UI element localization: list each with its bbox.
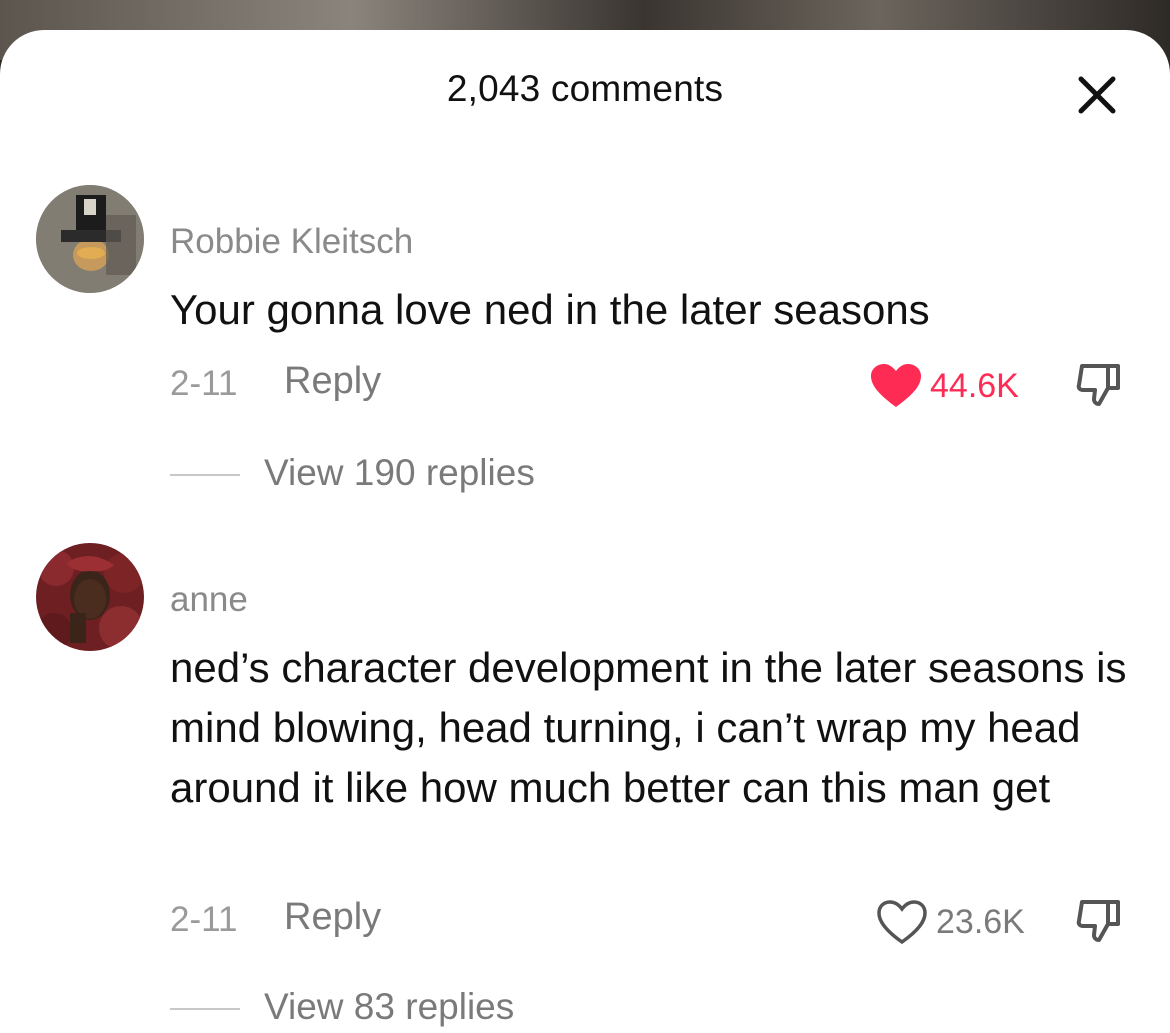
replies-divider — [170, 1008, 240, 1010]
like-button[interactable]: 23.6K — [874, 892, 1025, 952]
comment-username[interactable]: Robbie Kleitsch — [170, 222, 413, 262]
comment-username[interactable]: anne — [170, 580, 248, 620]
comment-item: anne ned’s character development in the … — [0, 538, 1170, 1033]
heart-outline-icon — [877, 900, 927, 945]
comment-item: Robbie Kleitsch Your gonna love ned in t… — [0, 180, 1170, 500]
comment-date: 2-11 — [170, 364, 238, 403]
comments-header: 2,043 comments — [0, 30, 1170, 150]
thumbs-down-icon — [1076, 364, 1120, 406]
like-count: 44.6K — [930, 366, 1019, 405]
avatar-image — [36, 543, 144, 651]
like-count: 23.6K — [936, 902, 1025, 941]
comments-sheet: 2,043 comments Robbie Kleitsch Your gonn… — [0, 30, 1170, 1033]
avatar[interactable] — [36, 543, 144, 651]
view-replies[interactable]: View 83 replies — [0, 984, 1170, 1033]
comment-actions: 2-11 Reply 23.6K — [0, 892, 1170, 952]
reply-button[interactable]: Reply — [284, 896, 381, 939]
replies-divider — [170, 474, 240, 476]
thumbs-down-icon — [1076, 900, 1120, 942]
comment-actions: 2-11 Reply 44.6K — [0, 356, 1170, 416]
view-replies-label[interactable]: View 190 replies — [264, 452, 535, 494]
close-icon — [1078, 76, 1116, 114]
comment-date: 2-11 — [170, 900, 238, 939]
avatar-image — [36, 185, 144, 293]
view-replies-label[interactable]: View 83 replies — [264, 986, 514, 1028]
comment-text: ned’s character development in the later… — [170, 644, 1127, 811]
comment-text: Your gonna love ned in the later seasons — [170, 286, 930, 333]
avatar[interactable] — [36, 185, 144, 293]
close-button[interactable] — [1072, 70, 1122, 120]
comments-count-title: 2,043 comments — [446, 68, 724, 109]
dislike-button[interactable] — [1074, 360, 1124, 410]
like-button[interactable]: 44.6K — [868, 356, 1019, 416]
reply-button[interactable]: Reply — [284, 360, 381, 403]
heart-filled-icon — [871, 364, 921, 407]
dislike-button[interactable] — [1074, 896, 1124, 946]
view-replies[interactable]: View 190 replies — [0, 450, 1170, 500]
